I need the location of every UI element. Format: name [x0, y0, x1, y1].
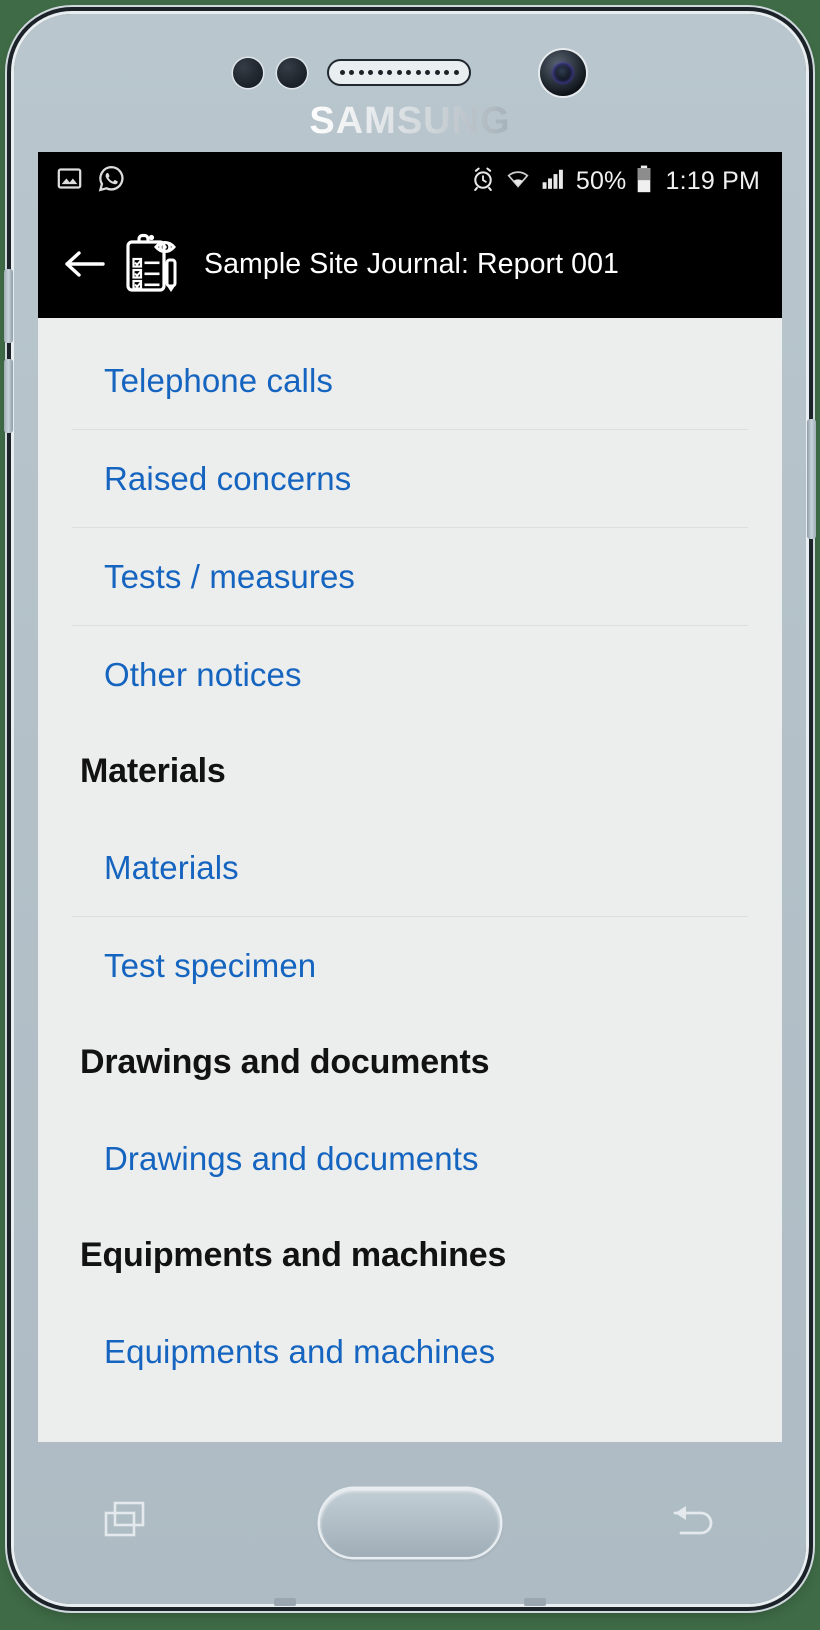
back-button[interactable] — [660, 1490, 726, 1556]
image-gallery-icon — [56, 165, 83, 197]
journal-section-list[interactable]: Telephone calls Raised concerns Tests / me… — [38, 318, 782, 1442]
phone-screen: 50% 1:19 PM Sample Site Journal: Report … — [38, 152, 782, 1442]
list-item[interactable]: Materials — [38, 819, 782, 916]
list-item-label: Raised concerns — [104, 459, 352, 497]
volume-up-button[interactable] — [4, 269, 13, 343]
proximity-sensor-icon — [233, 58, 263, 88]
alarm-clock-icon — [470, 166, 496, 197]
whatsapp-icon — [97, 164, 126, 198]
speaker-grill-right — [524, 1598, 546, 1606]
recents-button[interactable] — [94, 1490, 160, 1556]
list-item-label: Test specimen — [104, 946, 317, 984]
home-button[interactable] — [320, 1489, 500, 1557]
samsung-brand-logo: SAMSUNG — [14, 100, 806, 143]
status-bar-system-icons: 50% 1:19 PM — [470, 165, 760, 198]
list-item[interactable]: Tests / measures — [38, 528, 782, 625]
list-item[interactable]: Equipments and machines — [38, 1303, 782, 1400]
list-section-header-label: Materials — [80, 751, 226, 790]
list-section-header-label: Equipments and machines — [80, 1235, 507, 1274]
site-journal-clipboard-icon — [124, 231, 186, 297]
list-section-header-label: Drawings and documents — [80, 1042, 490, 1081]
list-item-label: Equipments and machines — [104, 1332, 496, 1370]
list-item[interactable]: Test specimen — [38, 917, 782, 1014]
list-section-header: Drawings and documents — [38, 1014, 782, 1110]
hardware-navigation-bar — [14, 1442, 806, 1606]
power-button[interactable] — [807, 419, 816, 539]
list-item-label: Tests / measures — [104, 557, 356, 595]
status-bar: 50% 1:19 PM — [38, 152, 782, 210]
wifi-icon — [505, 166, 531, 197]
top-bezel: SAMSUNG — [14, 14, 806, 152]
volume-down-button[interactable] — [4, 359, 13, 433]
app-bar-title: Sample Site Journal: Report 001 — [204, 247, 619, 280]
speaker-grill-left — [274, 1598, 296, 1606]
cellular-signal-icon — [540, 167, 567, 196]
list-item[interactable]: Raised concerns — [38, 430, 782, 527]
battery-icon — [635, 165, 653, 198]
phone-device: SAMSUNG 50% 1:19 PM Sample Site Journal:… — [4, 14, 816, 1606]
list-item-label: Other notices — [104, 655, 302, 693]
status-bar-clock: 1:19 PM — [665, 166, 760, 195]
back-arrow-icon[interactable] — [62, 246, 106, 282]
list-item[interactable]: Drawings and documents — [38, 1110, 782, 1207]
list-section-header: Equipments and machines — [38, 1207, 782, 1303]
front-camera-icon — [540, 50, 586, 96]
app-bar: Sample Site Journal: Report 001 — [38, 210, 782, 318]
earpiece-speaker — [327, 59, 471, 86]
list-item-label: Telephone calls — [104, 361, 333, 399]
list-item[interactable]: Other notices — [38, 626, 782, 723]
list-item[interactable]: Telephone calls — [38, 332, 782, 429]
light-sensor-icon — [277, 58, 307, 88]
list-item-label: Materials — [104, 848, 239, 886]
list-item-label: Drawings and documents — [104, 1139, 479, 1177]
list-section-header: Materials — [38, 723, 782, 819]
battery-percent-label: 50% — [575, 166, 627, 195]
status-bar-notification-icons — [56, 164, 126, 198]
